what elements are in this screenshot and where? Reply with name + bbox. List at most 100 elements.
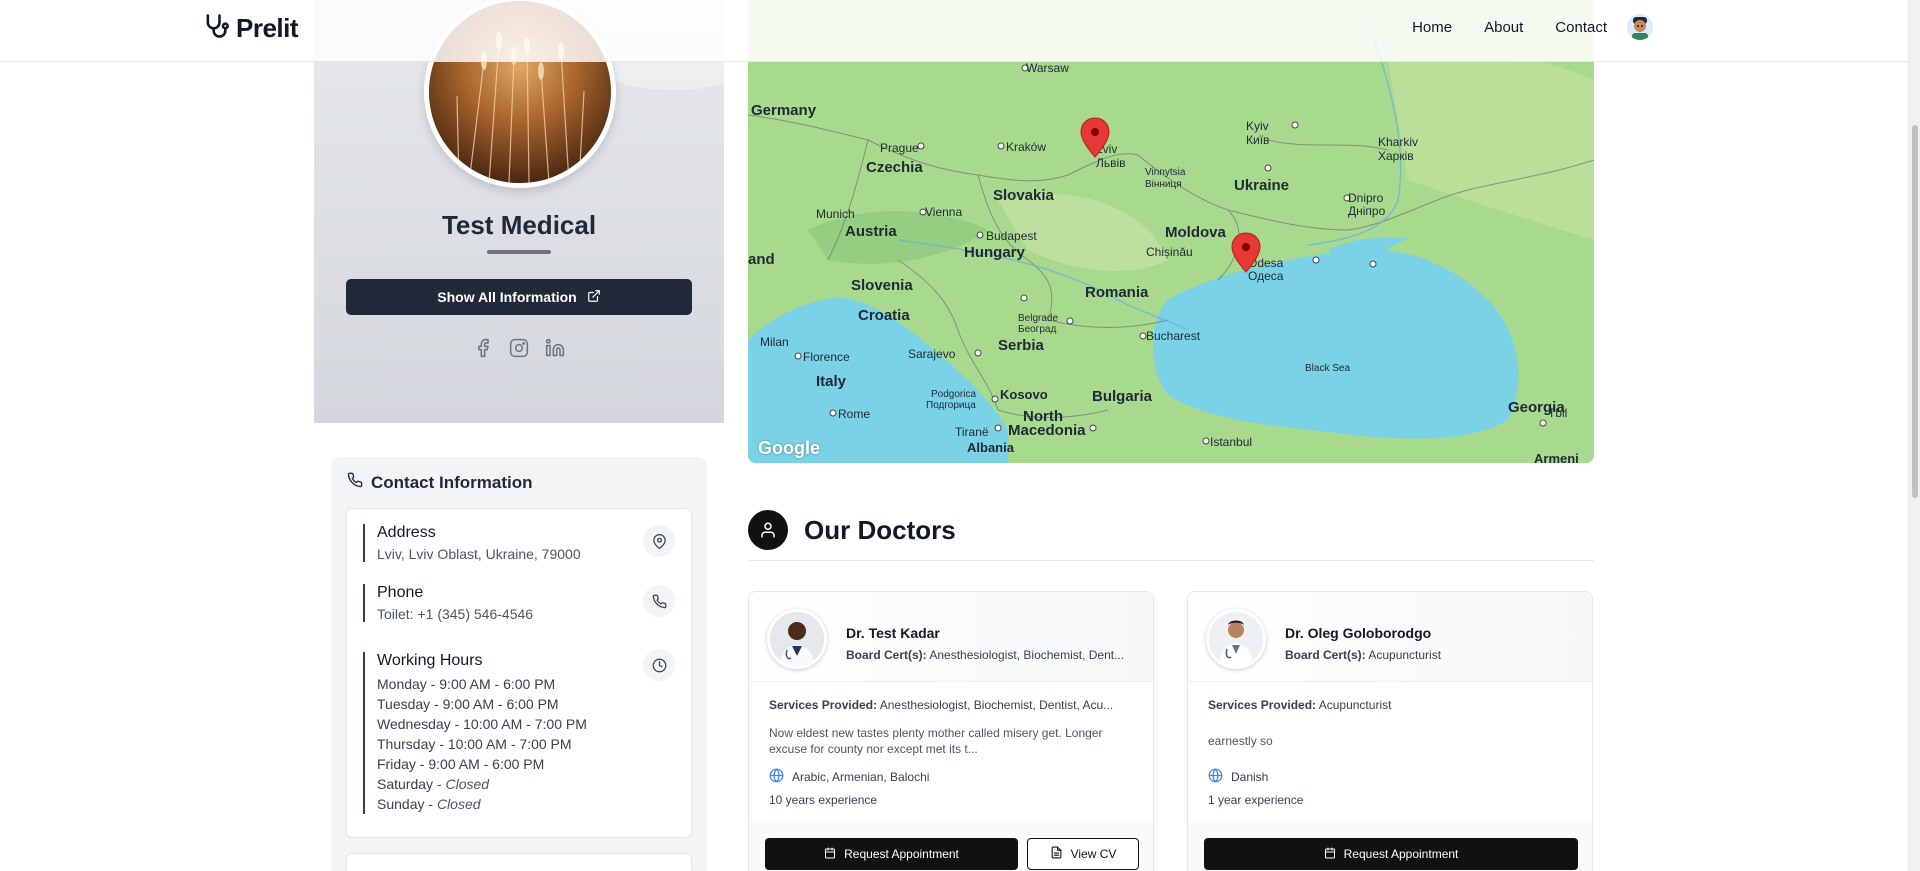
top-navbar: Prelit Home About Contact xyxy=(0,0,1908,62)
svg-text:Macedonia: Macedonia xyxy=(1008,422,1086,439)
svg-text:Sarajevo: Sarajevo xyxy=(908,347,956,361)
doctor-description: Now eldest new tastes plenty mother call… xyxy=(769,726,1103,756)
our-doctors-section-header: Our Doctors xyxy=(748,510,1594,561)
hours-row: Wednesday - 10:00 AM - 7:00 PM xyxy=(377,716,587,732)
doctor-experience: 1 year experience xyxy=(1208,793,1304,807)
doctor-languages: Arabic, Armenian, Balochi xyxy=(769,768,929,786)
working-hours-item: Working Hours Monday - 9:00 AM - 6:00 PM… xyxy=(363,652,587,814)
working-hours-label: Working Hours xyxy=(377,652,483,669)
svg-text:Одеса: Одеса xyxy=(1248,269,1284,283)
svg-text:Dnipro: Dnipro xyxy=(1348,191,1384,205)
map-pin-icon xyxy=(643,525,675,557)
svg-text:Kharkiv: Kharkiv xyxy=(1378,135,1418,149)
google-logo: Google xyxy=(758,438,820,458)
request-appointment-button[interactable]: Request Appointment xyxy=(1204,838,1578,870)
user-icon xyxy=(748,510,788,550)
svg-text:Czechia: Czechia xyxy=(866,159,923,176)
svg-text:Slovenia: Slovenia xyxy=(851,277,913,294)
doctor-name: Dr. Test Kadar xyxy=(846,625,940,641)
svg-text:Podgorica: Podgorica xyxy=(931,389,976,400)
hours-row: Saturday - Closed xyxy=(377,776,490,792)
doctor-name: Dr. Oleg Goloborodgo xyxy=(1285,625,1432,641)
svg-text:Milan: Milan xyxy=(760,335,789,349)
name-divider xyxy=(487,250,551,254)
svg-text:Ukraine: Ukraine xyxy=(1234,177,1289,194)
request-appointment-button[interactable]: Request Appointment xyxy=(765,838,1018,870)
brand-name: Prelit xyxy=(236,13,299,43)
svg-text:Харків: Харків xyxy=(1378,149,1414,163)
globe-icon xyxy=(1208,768,1223,786)
svg-text:Warsaw: Warsaw xyxy=(1026,61,1069,75)
social-links xyxy=(314,338,724,358)
svg-text:Київ: Київ xyxy=(1246,133,1269,147)
linkedin-icon[interactable] xyxy=(545,338,565,358)
svg-text:Kosovo: Kosovo xyxy=(1000,387,1048,402)
svg-text:Prague: Prague xyxy=(880,141,919,155)
svg-text:Albania: Albania xyxy=(967,440,1015,455)
location-map[interactable]: Warsaw Germany Prague Czechia Kraków Lvi… xyxy=(748,0,1594,463)
next-contact-box xyxy=(346,853,692,871)
clinic-name: Test Medical xyxy=(441,210,597,240)
doctor-card: Dr. Test Kadar Board Cert(s): Anesthesio… xyxy=(748,591,1154,871)
show-all-label: Show All Information xyxy=(437,289,577,305)
doctor-photo xyxy=(767,609,827,669)
document-icon xyxy=(1050,846,1063,862)
phone-value[interactable]: Toilet: +1 (345) 546-4546 xyxy=(377,606,533,622)
nav-contact-link[interactable]: Contact xyxy=(1555,19,1607,36)
page: Prelit Home About Contact Test Medical S… xyxy=(0,0,1920,871)
nav-home-link[interactable]: Home xyxy=(1412,19,1452,36)
doctor-card: Dr. Oleg Goloborodgo Board Cert(s): Acup… xyxy=(1187,591,1593,871)
facebook-icon[interactable] xyxy=(473,338,493,358)
hours-row: Tuesday - 9:00 AM - 6:00 PM xyxy=(377,696,559,712)
doctor-services: Services Provided: Acupuncturist xyxy=(1208,698,1392,712)
svg-text:and: and xyxy=(748,251,775,268)
scrollbar-thumb[interactable] xyxy=(1912,125,1918,498)
svg-text:Bulgaria: Bulgaria xyxy=(1092,388,1153,405)
globe-icon xyxy=(769,768,784,786)
svg-text:Hungary: Hungary xyxy=(964,244,1026,261)
doctor-languages: Danish xyxy=(1208,768,1268,786)
phone-item: Phone Toilet: +1 (345) 546-4546 xyxy=(363,584,533,622)
svg-text:Armeni: Armeni xyxy=(1534,451,1579,463)
contact-details-box: Address Lviv, Lviv Oblast, Ukraine, 7900… xyxy=(346,508,692,838)
svg-text:Подгорица: Подгорица xyxy=(926,400,976,411)
svg-text:Tiranë: Tiranë xyxy=(955,425,989,439)
svg-text:Београд: Београд xyxy=(1018,324,1056,335)
svg-text:Austria: Austria xyxy=(845,223,897,240)
doctor-services: Services Provided: Anesthesiologist, Bio… xyxy=(769,698,1114,712)
svg-text:Romania: Romania xyxy=(1085,284,1149,301)
svg-text:Bucharest: Bucharest xyxy=(1146,329,1201,343)
page-scrollbar[interactable] xyxy=(1908,0,1920,871)
view-cv-button[interactable]: View CV xyxy=(1027,838,1139,870)
show-all-information-button[interactable]: Show All Information xyxy=(346,279,692,315)
hours-row: Friday - 9:00 AM - 6:00 PM xyxy=(377,756,545,772)
svg-text:Vienna: Vienna xyxy=(925,205,962,219)
main-nav: Home About Contact xyxy=(1412,14,1653,40)
hours-row: Monday - 9:00 AM - 6:00 PM xyxy=(377,676,556,692)
svg-text:Florence: Florence xyxy=(803,350,850,364)
svg-text:Kyiv: Kyiv xyxy=(1246,119,1269,133)
svg-text:Вінниця: Вінниця xyxy=(1145,179,1182,190)
svg-text:Budapest: Budapest xyxy=(986,229,1037,243)
clinic-profile-card: Test Medical Show All Information xyxy=(314,0,724,423)
svg-text:Croatia: Croatia xyxy=(858,307,910,324)
hours-row: Sunday - Closed xyxy=(377,796,481,812)
svg-text:Vinnytsia: Vinnytsia xyxy=(1145,167,1186,178)
instagram-icon[interactable] xyxy=(509,338,529,358)
svg-text:Rome: Rome xyxy=(838,407,870,421)
svg-text:Kraków: Kraków xyxy=(1006,140,1046,154)
nav-about-link[interactable]: About xyxy=(1484,19,1523,36)
user-avatar[interactable] xyxy=(1627,14,1653,40)
working-hours-list: Monday - 9:00 AM - 6:00 PM Tuesday - 9:0… xyxy=(377,674,587,814)
svg-text:Germany: Germany xyxy=(751,102,817,119)
svg-text:Belgrade: Belgrade xyxy=(1018,313,1058,324)
svg-text:Львів: Львів xyxy=(1096,156,1126,170)
contact-information-panel: Contact Information Address Lviv, Lviv O… xyxy=(331,457,707,871)
contact-information-heading: Contact Information xyxy=(347,472,533,493)
brand-logo[interactable]: Prelit xyxy=(202,12,299,45)
doctor-experience: 10 years experience xyxy=(769,793,878,807)
svg-text:Tbil: Tbil xyxy=(1548,406,1567,420)
calendar-icon xyxy=(824,847,836,862)
svg-text:Istanbul: Istanbul xyxy=(1210,435,1252,449)
doctor-description: earnestly so xyxy=(1208,734,1273,748)
